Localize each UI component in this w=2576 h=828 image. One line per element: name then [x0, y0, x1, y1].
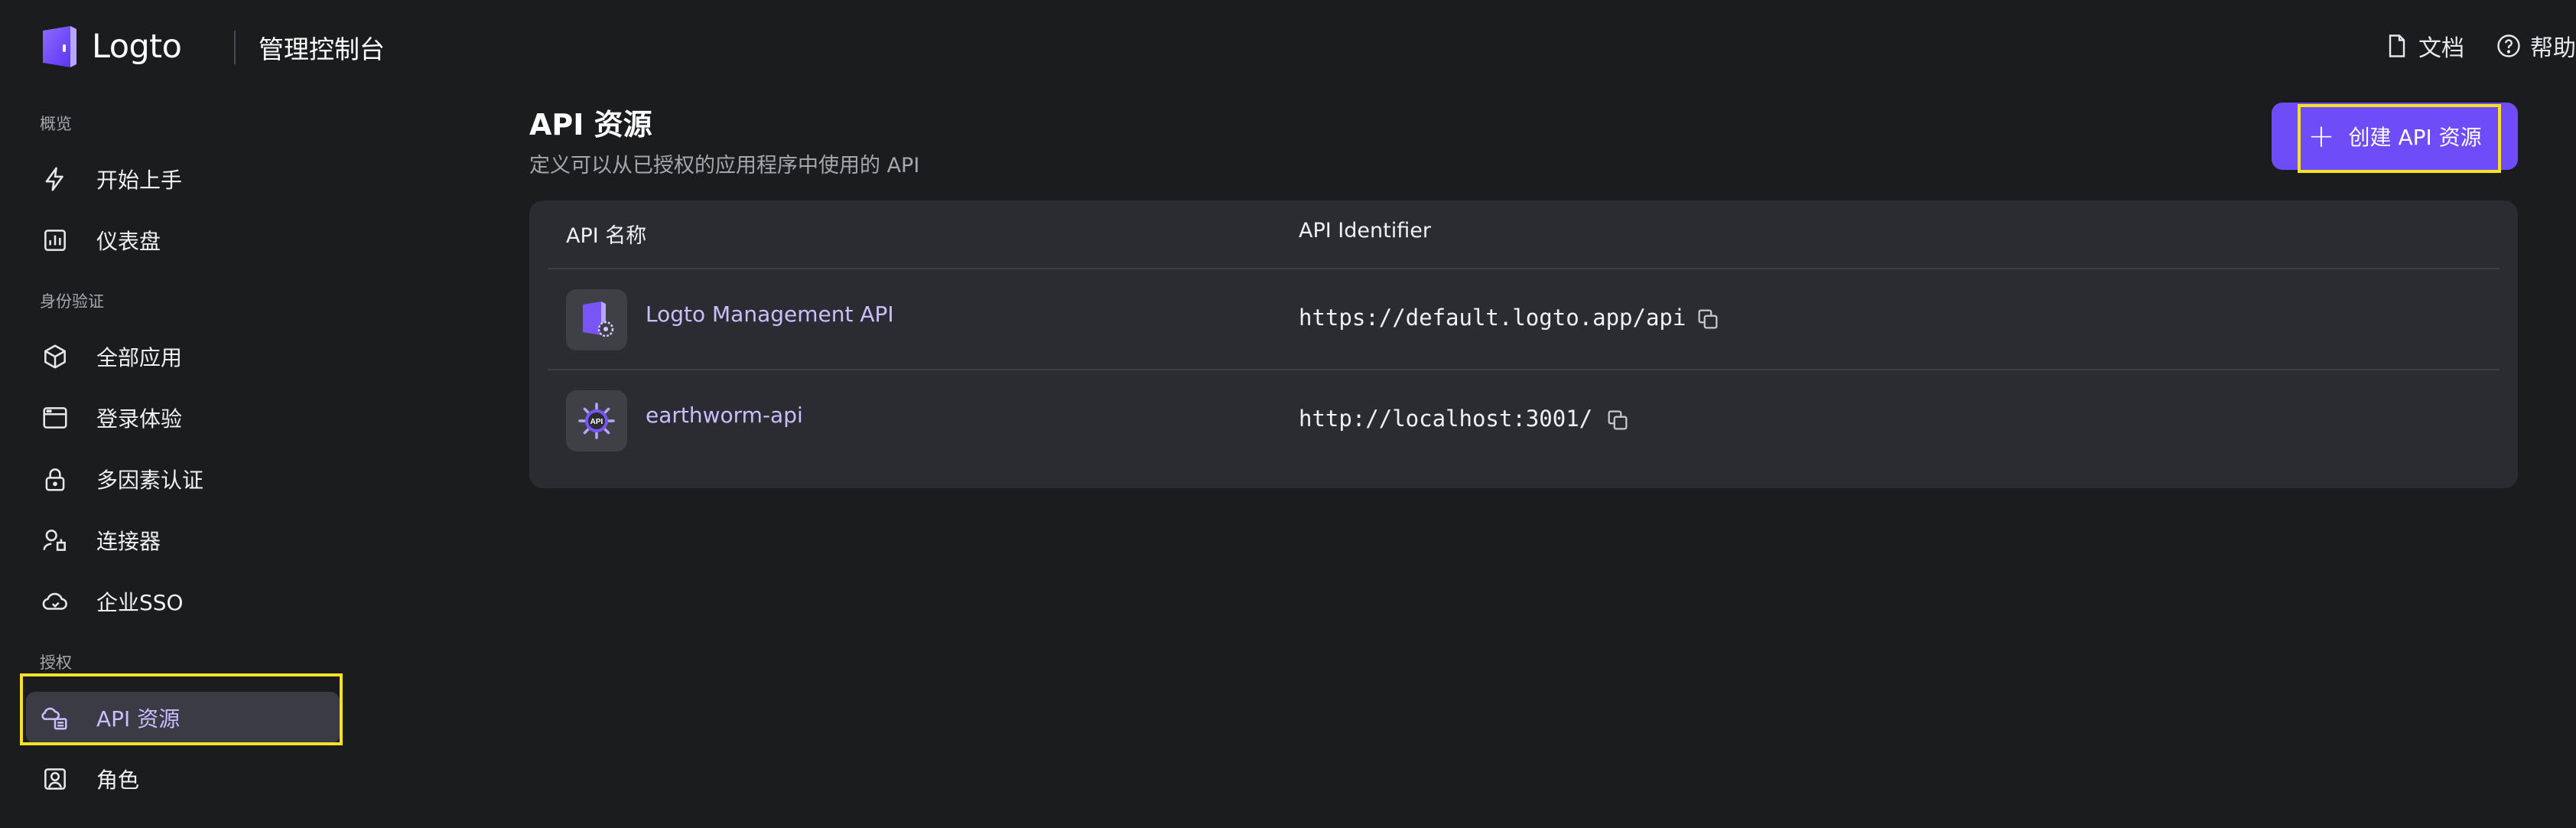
- svg-text:API: API: [590, 418, 603, 426]
- sidebar-item-mfa[interactable]: 多因素认证: [26, 453, 340, 505]
- sidebar-item-label: 角色: [96, 768, 140, 793]
- sidebar-item-label: 多因素认证: [96, 468, 204, 493]
- sidebar-item-enterprise-sso[interactable]: 企业SSO: [26, 575, 340, 628]
- section-label-overview: 概览: [40, 115, 72, 133]
- docs-label: 文档: [2418, 35, 2464, 62]
- top-links: 文档 帮助: [2353, 29, 2576, 63]
- top-bar: Logto 管理控制台 文档 帮助: [0, 0, 2576, 92]
- table-divider: [548, 369, 2500, 370]
- help-link[interactable]: 帮助: [2495, 29, 2576, 63]
- sidebar-item-label: 连接器: [96, 529, 161, 554]
- api-name-link[interactable]: earthworm-api: [646, 403, 803, 428]
- sidebar-item-label: 全部应用: [96, 345, 183, 370]
- console-title: 管理控制台: [259, 34, 385, 64]
- document-icon: [2389, 34, 2405, 57]
- page-title: API 资源: [529, 108, 652, 142]
- page-subtitle: 定义可以从已授权的应用程序中使用的 API: [529, 154, 920, 178]
- logo-text: Logto: [92, 28, 182, 66]
- sidebar-item-label: 登录体验: [96, 406, 183, 432]
- sidebar-item-api-resources[interactable]: API 资源: [26, 692, 340, 744]
- connector-icon: [40, 525, 70, 556]
- sidebar: 概览 开始上手 仪表盘 身份验证 全部应用 登录体验 多因素认证 连接器 企业S…: [0, 92, 352, 828]
- user-role-icon: [40, 764, 70, 794]
- create-button-label: 创建 API 资源: [2348, 125, 2482, 150]
- table-divider: [548, 268, 2500, 269]
- logo[interactable]: Logto: [40, 24, 182, 69]
- sidebar-item-dashboard[interactable]: 仪表盘: [26, 214, 340, 266]
- help-label: 帮助: [2530, 35, 2576, 62]
- section-label-identity: 身份验证: [40, 292, 104, 311]
- lock-icon: [40, 464, 70, 494]
- sidebar-item-connectors[interactable]: 连接器: [26, 514, 340, 566]
- chart-icon: [40, 225, 70, 256]
- api-resources-table: API 名称 API Identifier Logto Management A…: [529, 200, 2518, 488]
- logto-logo-icon: [43, 26, 76, 67]
- sidebar-item-sign-in-experience[interactable]: 登录体验: [26, 392, 340, 444]
- column-header-identifier: API Identifier: [1299, 219, 1431, 243]
- lightning-icon: [40, 164, 70, 194]
- plus-icon: +: [2308, 117, 2335, 155]
- cloud-sso-icon: [40, 586, 70, 617]
- docs-link[interactable]: 文档: [2383, 29, 2464, 63]
- copy-icon[interactable]: [1605, 407, 1631, 433]
- column-header-name: API 名称: [566, 224, 647, 248]
- api-identifier: https://default.logto.app/api: [1299, 305, 1686, 331]
- api-name-link[interactable]: Logto Management API: [646, 302, 894, 327]
- api-resource-icon: [40, 702, 70, 733]
- section-label-authorization: 授权: [40, 654, 72, 672]
- api-gear-icon: API: [566, 390, 627, 451]
- top-divider: [234, 31, 236, 64]
- api-identifier: http://localhost:3001/: [1299, 406, 1593, 432]
- sidebar-item-label: 企业SSO: [96, 590, 184, 615]
- sidebar-item-get-started[interactable]: 开始上手: [26, 153, 340, 205]
- sidebar-item-label: API 资源: [96, 706, 181, 732]
- sidebar-item-applications[interactable]: 全部应用: [26, 331, 340, 383]
- help-icon: [2497, 34, 2520, 57]
- copy-icon[interactable]: [1695, 306, 1721, 332]
- create-api-resource-button[interactable]: + 创建 API 资源: [2272, 103, 2518, 170]
- browser-window-icon: [40, 403, 70, 433]
- cube-icon: [40, 341, 70, 372]
- sidebar-item-label: 仪表盘: [96, 229, 161, 254]
- logto-management-api-icon: [566, 289, 627, 350]
- sidebar-item-roles[interactable]: 角色: [26, 753, 340, 805]
- sidebar-item-label: 开始上手: [96, 168, 183, 193]
